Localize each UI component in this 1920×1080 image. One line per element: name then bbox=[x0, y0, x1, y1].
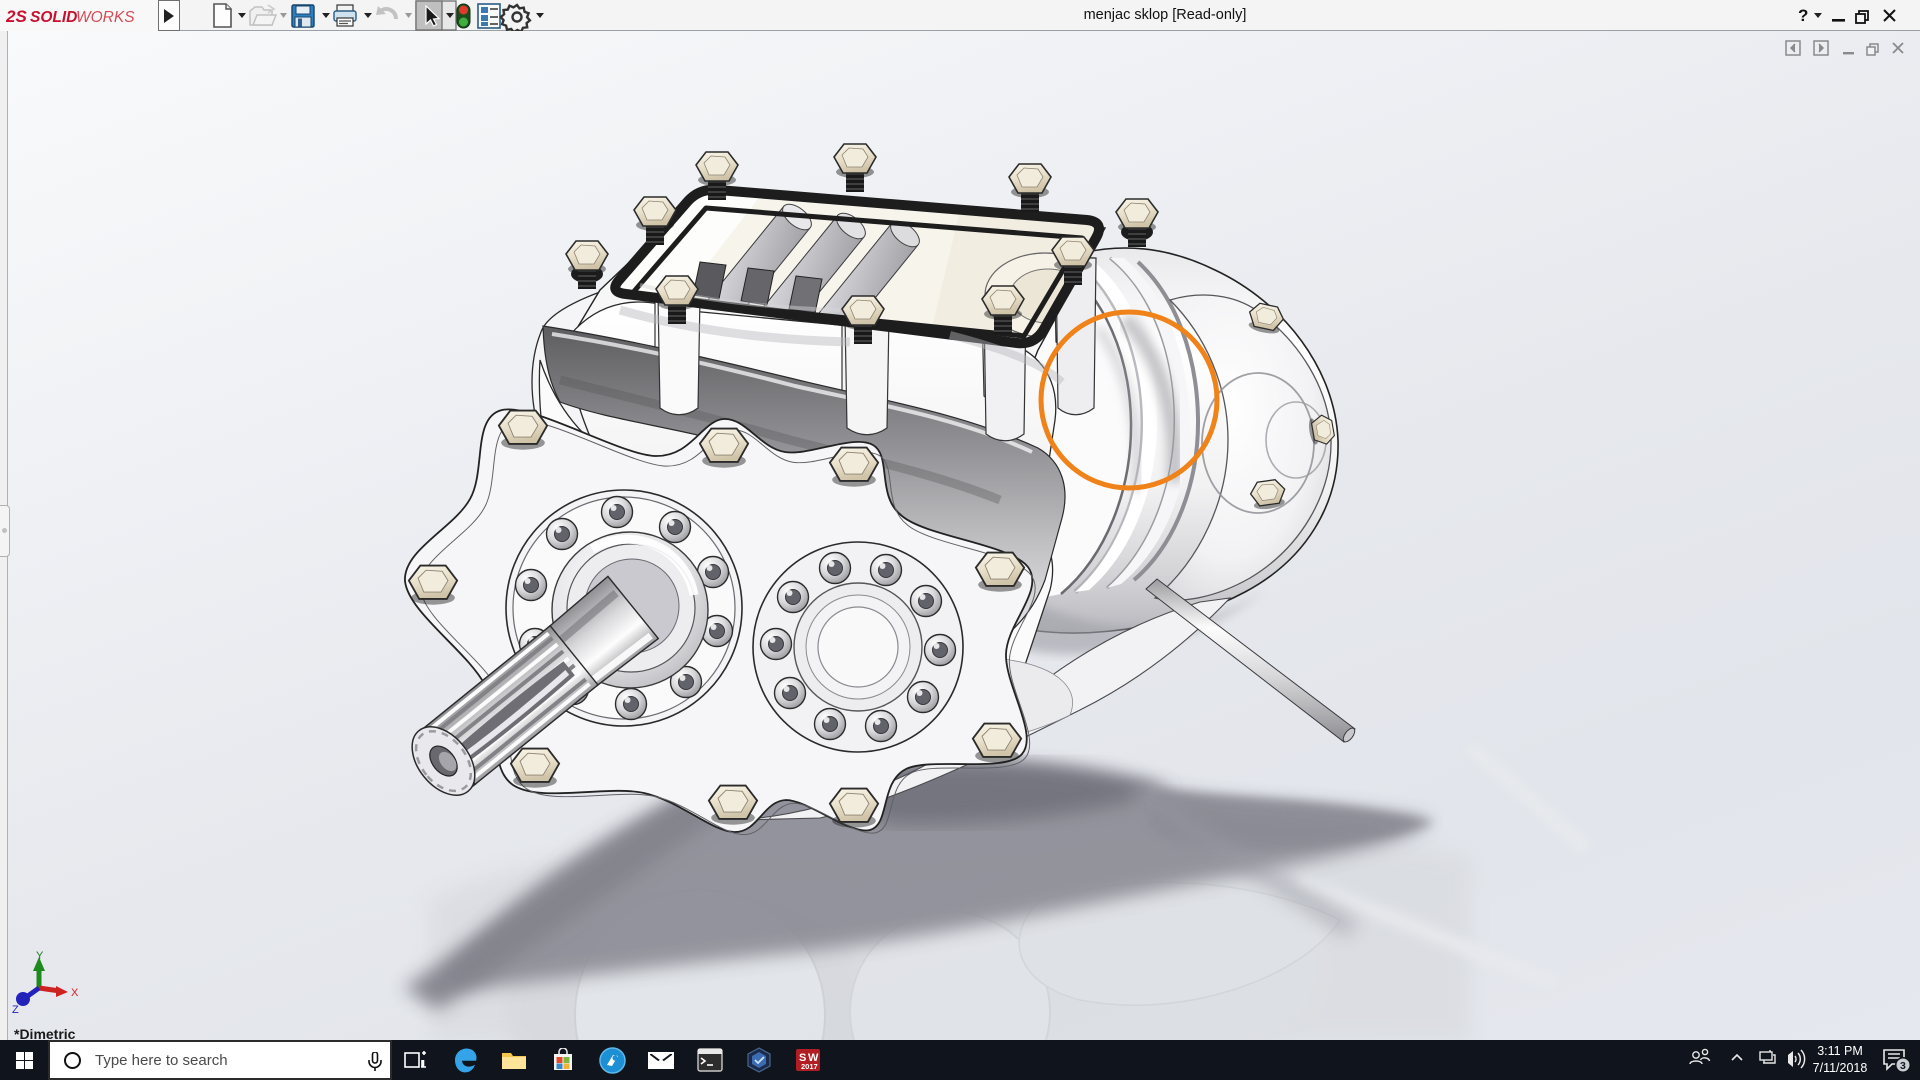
svg-text:2S: 2S bbox=[6, 7, 27, 26]
svg-text:2017: 2017 bbox=[801, 1062, 818, 1071]
svg-text:?: ? bbox=[1798, 6, 1808, 25]
svg-text:SOLID: SOLID bbox=[30, 9, 77, 26]
svg-text:3: 3 bbox=[1900, 1060, 1906, 1072]
svg-text:Z: Z bbox=[12, 1004, 19, 1016]
svg-text:X: X bbox=[71, 987, 79, 999]
svg-text:WORKS: WORKS bbox=[76, 9, 135, 26]
